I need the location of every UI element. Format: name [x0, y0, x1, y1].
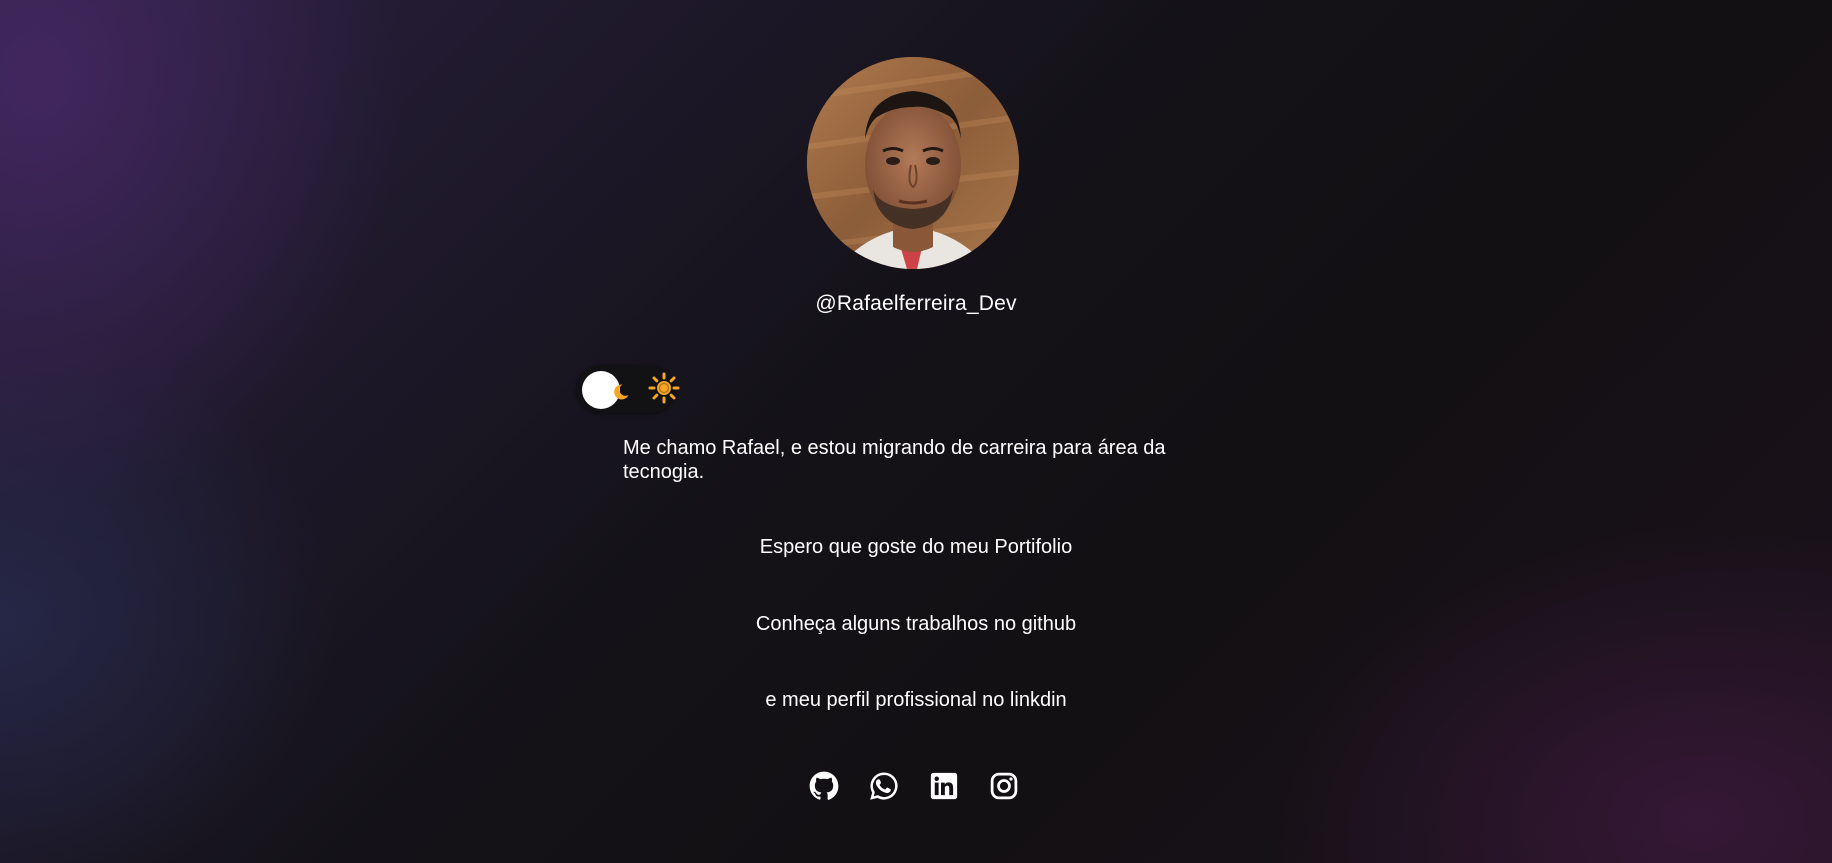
github-message: Conheça alguns trabalhos no github [755, 613, 1077, 635]
linkedin-link[interactable] [929, 771, 959, 801]
portfolio-message: Espero que goste do meu Portifolio [759, 536, 1073, 558]
linkedin-message: e meu perfil profissional no linkdin [765, 689, 1067, 711]
avatar [807, 57, 1019, 269]
portfolio-page: @Rafaelferreira_Dev Me chamo Rafael, e e… [0, 0, 1832, 863]
instagram-icon [990, 772, 1018, 800]
whatsapp-link[interactable] [869, 771, 899, 801]
intro-text: Me chamo Rafael, e estou migrando de car… [623, 437, 1166, 483]
whatsapp-icon [870, 772, 898, 800]
profile-handle: @Rafaelferreira_Dev [815, 292, 1017, 315]
github-link[interactable] [809, 771, 839, 801]
instagram-link[interactable] [989, 771, 1019, 801]
linkedin-icon [930, 772, 958, 800]
github-icon [809, 771, 839, 800]
moon-icon [614, 384, 629, 400]
social-links [807, 771, 1027, 803]
sun-icon [648, 372, 680, 404]
